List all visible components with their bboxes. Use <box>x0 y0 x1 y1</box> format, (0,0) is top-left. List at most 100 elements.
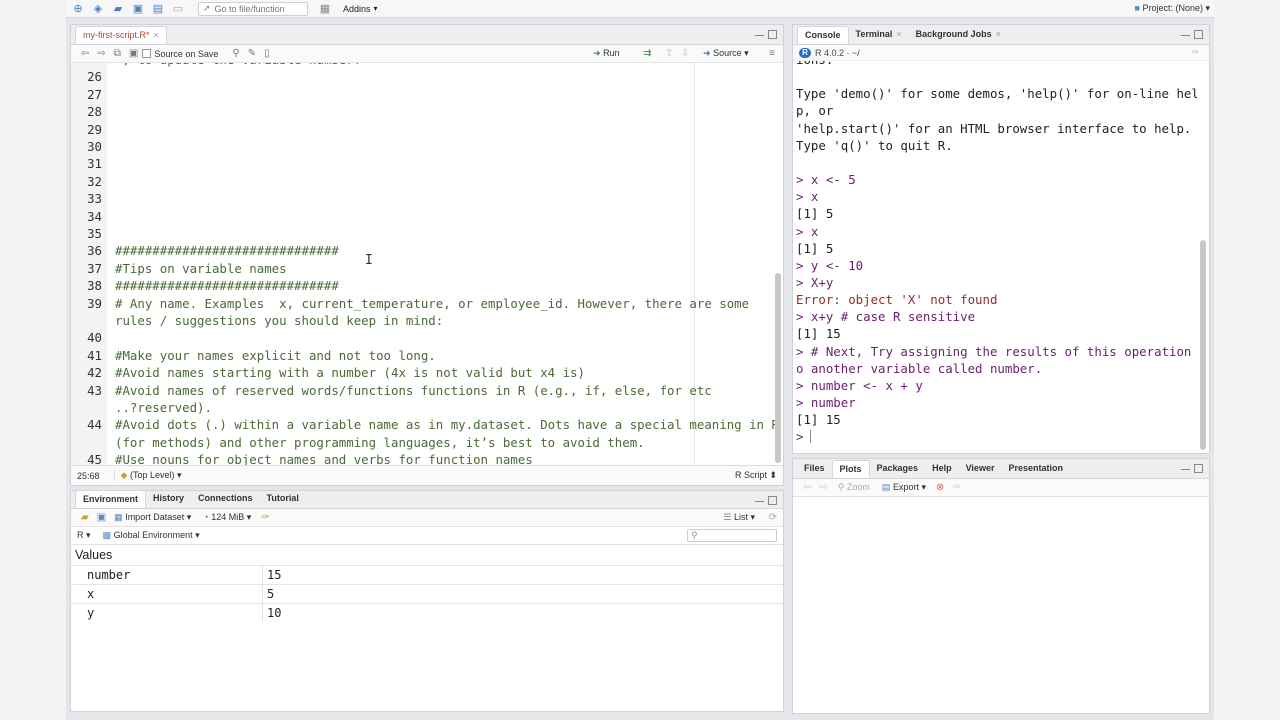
list-view-selector[interactable]: ☰ List ▾ <box>723 512 755 523</box>
maximize-icon[interactable] <box>768 496 777 505</box>
env-search-input[interactable]: ⚲ <box>687 529 777 542</box>
env-row[interactable]: x5 <box>71 584 783 603</box>
tab-files[interactable]: Files <box>797 460 832 478</box>
grid-layout-icon[interactable]: ▦ <box>318 3 332 15</box>
window-controls <box>755 496 777 505</box>
scope-label: (Top Level) <box>129 470 175 480</box>
save-all-icon[interactable]: ▤ <box>151 3 165 15</box>
language-label: R <box>77 530 84 540</box>
project-menu[interactable]: ■ Project: (None) ▾ <box>1134 3 1210 14</box>
export-button[interactable]: ▤ Export ▾ <box>882 482 926 493</box>
environment-selector[interactable]: ▩ Global Environment ▾ <box>103 530 200 541</box>
tab-environment[interactable]: Environment <box>75 490 147 508</box>
env-var-value: 5 <box>267 587 275 601</box>
env-row[interactable]: y 10 <box>71 603 783 622</box>
close-icon[interactable]: × <box>154 30 159 40</box>
open-file-icon[interactable]: ▰ <box>111 3 125 15</box>
print-icon[interactable]: ▭ <box>171 3 185 15</box>
new-project-icon[interactable]: ◈ <box>91 3 105 15</box>
refresh-icon[interactable]: ⟳ <box>769 512 777 523</box>
show-in-window-icon[interactable]: ⧉ <box>114 48 121 59</box>
source-arrow-icon: ➜ <box>703 48 711 58</box>
code-text: # Any name. Examples x, current_temperat… <box>115 295 750 311</box>
r-version: R 4.0.2 · ~/ <box>815 47 860 58</box>
close-icon[interactable]: × <box>896 29 901 39</box>
back-icon[interactable]: ⇦ <box>803 482 811 493</box>
minimize-icon[interactable] <box>755 35 764 39</box>
code-area[interactable]: , to update the variable number? 2627 2829… <box>71 63 783 465</box>
save-icon[interactable]: ▣ <box>129 48 138 59</box>
code-text: ############################## <box>115 243 339 259</box>
tab-terminal-label: Terminal <box>855 29 893 39</box>
source-button[interactable]: ➜ Source ▾ <box>703 48 749 59</box>
compile-report-icon[interactable]: ▯ <box>264 48 270 59</box>
tab-background-jobs[interactable]: Background Jobs × <box>909 26 1008 44</box>
run-button[interactable]: ➜ Run <box>593 48 620 59</box>
save-workspace-icon[interactable]: ▣ <box>97 512 106 523</box>
console-line: > x <box>796 189 819 205</box>
forward-icon[interactable]: ⇨ <box>97 48 105 59</box>
tab-history[interactable]: History <box>146 490 191 508</box>
maximize-icon[interactable] <box>1194 30 1203 39</box>
code-text: #Make your names explicit and not too lo… <box>115 347 436 363</box>
console-line: [1] 5 <box>796 206 834 222</box>
env-var-value: 10 <box>267 606 282 620</box>
tab-connections[interactable]: Connections <box>191 490 260 508</box>
broom-icon[interactable]: ✑ <box>261 512 269 523</box>
tab-terminal[interactable]: Terminal × <box>849 26 909 44</box>
up-icon[interactable]: ⇧ <box>665 48 673 59</box>
tab-presentation[interactable]: Presentation <box>1001 460 1070 478</box>
editor-scrollbar[interactable] <box>775 273 781 463</box>
tab-console[interactable]: Console <box>797 26 849 44</box>
memory-usage[interactable]: ◔ 124 MiB ▾ <box>203 512 251 523</box>
env-tabs: Environment History Connections Tutorial <box>71 490 783 509</box>
source-on-save-checkbox[interactable] <box>142 49 152 58</box>
tab-packages[interactable]: Packages <box>870 460 926 478</box>
load-workspace-icon[interactable]: ▰ <box>81 512 89 523</box>
tab-viewer[interactable]: Viewer <box>959 460 1002 478</box>
line-number: 32 <box>87 173 102 189</box>
tab-help[interactable]: Help <box>925 460 959 478</box>
window-controls <box>1181 30 1203 39</box>
clear-console-icon[interactable]: ✑ <box>1191 47 1199 58</box>
search-icon[interactable]: ⚲ <box>232 48 239 59</box>
line-number: 43 <box>87 382 102 398</box>
ibeam-cursor-icon: I <box>365 253 373 268</box>
wand-icon[interactable]: ✎ <box>248 48 256 59</box>
tab-my-first-script[interactable]: my-first-script.R* × <box>75 26 167 44</box>
forward-icon[interactable]: ⇨ <box>819 482 827 493</box>
close-icon[interactable]: × <box>996 29 1001 39</box>
rerun-icon[interactable]: ⇉ <box>643 48 651 59</box>
tab-plots[interactable]: Plots <box>831 460 870 478</box>
broom-icon[interactable]: ✑ <box>952 482 960 493</box>
minimize-icon[interactable] <box>1181 469 1190 473</box>
maximize-icon[interactable] <box>1194 464 1203 473</box>
code-text: #Avoid names of reserved words/functions… <box>115 382 712 398</box>
file-type-label: R Script <box>734 470 767 480</box>
back-icon[interactable]: ⇦ <box>81 48 89 59</box>
env-row[interactable]: number 15 <box>71 565 783 584</box>
console-line: p, or <box>796 103 834 119</box>
new-file-icon[interactable]: ⊕ <box>71 3 85 15</box>
goto-file-input[interactable]: ➚ Go to file/function <box>198 1 308 16</box>
down-icon[interactable]: ⇩ <box>681 48 689 59</box>
env-var-name: y <box>71 604 263 622</box>
line-number: 40 <box>87 330 102 346</box>
save-icon[interactable]: ▣ <box>131 3 145 15</box>
minimize-icon[interactable] <box>755 501 764 505</box>
tab-tutorial[interactable]: Tutorial <box>260 490 306 508</box>
console-output[interactable]: ions. Type 'demo()' for some demos, 'help… <box>793 61 1197 453</box>
language-selector[interactable]: R ▾ <box>77 530 91 541</box>
maximize-icon[interactable] <box>768 30 777 39</box>
import-dataset-button[interactable]: ▦ Import Dataset ▾ <box>114 512 191 523</box>
zoom-button[interactable]: ⚲ Zoom <box>838 482 870 493</box>
console-scrollbar[interactable] <box>1200 240 1206 450</box>
outline-icon[interactable]: ≡ <box>769 48 775 59</box>
scope-selector[interactable]: ◆ (Top Level) ▾ <box>113 470 182 481</box>
minimize-icon[interactable] <box>1181 35 1190 39</box>
run-label: Run <box>603 48 620 58</box>
addins-menu[interactable]: Addins <box>343 4 371 14</box>
file-type-selector[interactable]: R Script ⬍ <box>735 470 777 481</box>
line-number: 39 <box>87 295 102 311</box>
remove-plot-icon[interactable]: ⊗ <box>936 482 944 493</box>
